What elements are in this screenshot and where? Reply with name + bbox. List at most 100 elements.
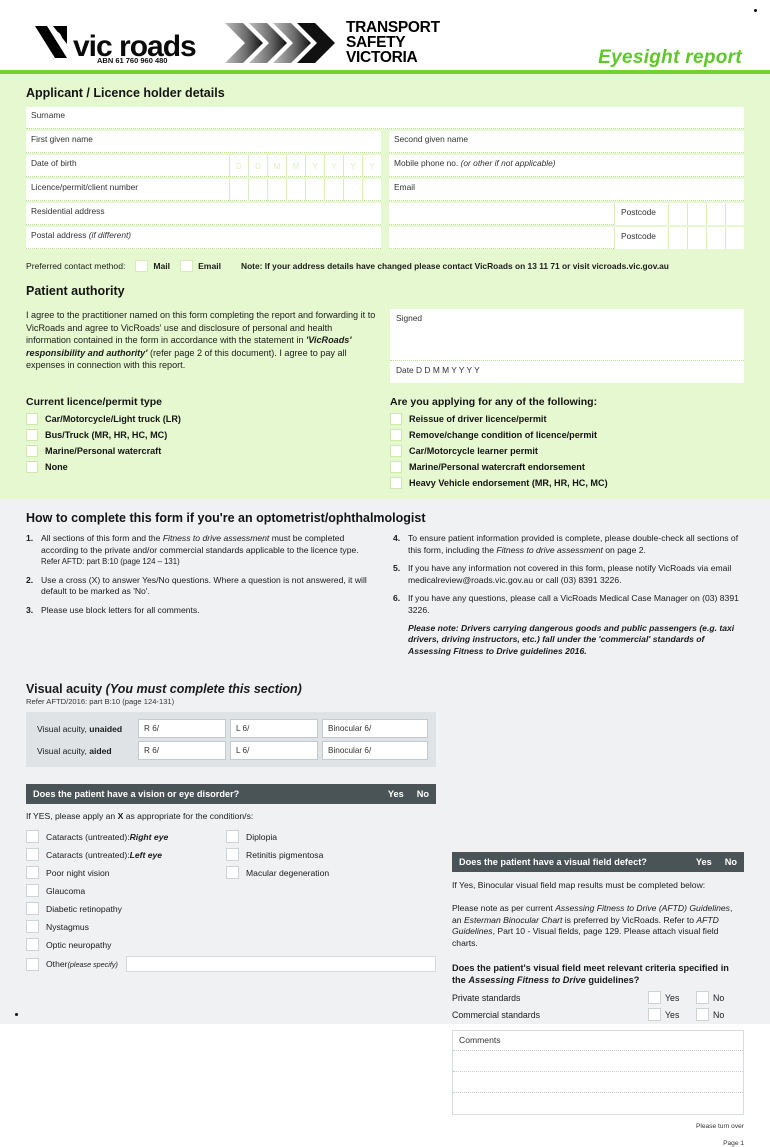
condition-poor-night-vision[interactable]: Poor night vision [26,866,226,880]
sig-date-box-d1[interactable]: D [416,365,422,375]
post-postcode-box-4[interactable] [725,227,744,249]
licence-option-marine[interactable]: Marine/Personal watercraft [26,445,376,457]
diplopia-checkbox[interactable] [226,830,239,844]
other-condition-input[interactable] [125,956,436,973]
sig-date-box-d2[interactable]: D [424,365,430,375]
sig-date-box-m1[interactable]: M [433,365,440,375]
nystagmus-checkbox[interactable] [26,920,39,934]
applying-heavy-checkbox[interactable] [390,477,402,489]
licence-bus-checkbox[interactable] [26,429,38,441]
applying-option-reissue[interactable]: Reissue of driver licence/permit [390,413,744,425]
date-of-birth-field[interactable]: Date of birth D D M M Y Y Y Y [26,155,381,177]
commercial-standards-no[interactable]: No [696,1008,744,1022]
glaucoma-checkbox[interactable] [26,884,39,898]
licence-box-2[interactable] [248,179,267,201]
comments-line-2[interactable] [453,1072,743,1094]
res-postcode-box-2[interactable] [687,203,706,225]
post-postcode-box-2[interactable] [687,227,706,249]
private-standards-no[interactable]: No [696,991,744,1005]
contact-email-checkbox[interactable] [180,260,194,272]
licence-number-field[interactable]: Licence/permit/client number [26,179,381,201]
residential-address-field[interactable]: Residential address [26,203,381,225]
sig-date-box-y2[interactable]: Y [459,365,464,375]
condition-diplopia[interactable]: Diplopia [226,830,436,844]
postal-address-cont[interactable] [389,227,614,249]
unaided-left-eye-input[interactable]: L 6/ [230,719,318,739]
applying-reissue-checkbox[interactable] [390,413,402,425]
visual-field-yes-option[interactable]: Yes [692,857,712,867]
eye-disorder-no-option[interactable]: No [413,789,429,799]
commercial-yes-checkbox[interactable] [648,1008,661,1022]
licence-option-car[interactable]: Car/Motorcycle/Light truck (LR) [26,413,376,425]
dob-box-y1[interactable]: Y [305,155,324,177]
optic-neuropathy-checkbox[interactable] [26,938,39,952]
applying-option-remove-condition[interactable]: Remove/change condition of licence/permi… [390,429,744,441]
sig-date-box-y1[interactable]: Y [451,365,456,375]
dob-box-y3[interactable]: Y [343,155,362,177]
post-postcode-box-3[interactable] [706,227,725,249]
other-condition-checkbox[interactable] [26,957,39,971]
first-given-name-field[interactable]: First given name [26,131,381,153]
licence-none-checkbox[interactable] [26,461,38,473]
licence-box-7[interactable] [343,179,362,201]
private-yes-checkbox[interactable] [648,991,661,1005]
contact-mail-checkbox[interactable] [135,260,149,272]
visual-field-no-option[interactable]: No [721,857,737,867]
sig-date-box-y3[interactable]: Y [467,365,472,375]
mobile-phone-field[interactable]: Mobile phone no. (or other if not applic… [389,155,744,177]
comments-line-3[interactable] [453,1093,743,1114]
diabetic-retinopathy-checkbox[interactable] [26,902,39,916]
retinitis-pigmentosa-checkbox[interactable] [226,848,239,862]
licence-option-none[interactable]: None [26,461,376,473]
applying-option-marine-endorsement[interactable]: Marine/Personal watercraft endorsement [390,461,744,473]
private-standards-yes[interactable]: Yes [648,991,696,1005]
email-field[interactable]: Email [389,179,744,201]
comments-line-1[interactable] [453,1051,743,1073]
applying-option-heavy-vehicle[interactable]: Heavy Vehicle endorsement (MR, HR, HC, M… [390,477,744,489]
licence-marine-checkbox[interactable] [26,445,38,457]
aided-binocular-input[interactable]: Binocular 6/ [322,741,428,761]
res-postcode-box-1[interactable] [668,203,687,225]
private-no-checkbox[interactable] [696,991,709,1005]
macular-degeneration-checkbox[interactable] [226,866,239,880]
post-postcode-box-1[interactable] [668,227,687,249]
sig-date-box-m2[interactable]: M [442,365,449,375]
dob-box-y2[interactable]: Y [324,155,343,177]
licence-box-8[interactable] [362,179,381,201]
applying-learner-checkbox[interactable] [390,445,402,457]
licence-box-5[interactable] [305,179,324,201]
dob-box-d2[interactable]: D [248,155,267,177]
condition-cataracts-left[interactable]: Cataracts (untreated): Left eye [26,848,226,862]
sig-date-box-y4[interactable]: Y [474,365,480,375]
dob-box-m2[interactable]: M [286,155,305,177]
licence-box-6[interactable] [324,179,343,201]
applying-remove-checkbox[interactable] [390,429,402,441]
dob-box-d1[interactable]: D [229,155,248,177]
licence-box-4[interactable] [286,179,305,201]
condition-glaucoma[interactable]: Glaucoma [26,884,226,898]
res-postcode-box-4[interactable] [725,203,744,225]
condition-macular-degeneration[interactable]: Macular degeneration [226,866,436,880]
comments-box[interactable]: Comments [452,1030,744,1116]
condition-nystagmus[interactable]: Nystagmus [26,920,226,934]
residential-address-cont[interactable] [389,203,614,225]
vicroads-url[interactable]: vicroads.vic.gov.au [592,261,669,271]
applying-marine-checkbox[interactable] [390,461,402,473]
commercial-standards-yes[interactable]: Yes [648,1008,696,1022]
second-given-name-field[interactable]: Second given name [389,131,744,153]
licence-box-1[interactable] [229,179,248,201]
licence-option-bus-truck[interactable]: Bus/Truck (MR, HR, HC, MC) [26,429,376,441]
licence-car-checkbox[interactable] [26,413,38,425]
condition-diabetic-retinopathy[interactable]: Diabetic retinopathy [26,902,226,916]
eye-disorder-yes-option[interactable]: Yes [384,789,404,799]
dob-box-m1[interactable]: M [267,155,286,177]
aided-left-eye-input[interactable]: L 6/ [230,741,318,761]
cataracts-right-checkbox[interactable] [26,830,39,844]
applying-option-learner[interactable]: Car/Motorcycle learner permit [390,445,744,457]
condition-other[interactable]: Other (please specify) [26,956,436,973]
unaided-right-eye-input[interactable]: R 6/ [138,719,226,739]
poor-night-vision-checkbox[interactable] [26,866,39,880]
dob-box-y4[interactable]: Y [362,155,381,177]
commercial-no-checkbox[interactable] [696,1008,709,1022]
cataracts-left-checkbox[interactable] [26,848,39,862]
